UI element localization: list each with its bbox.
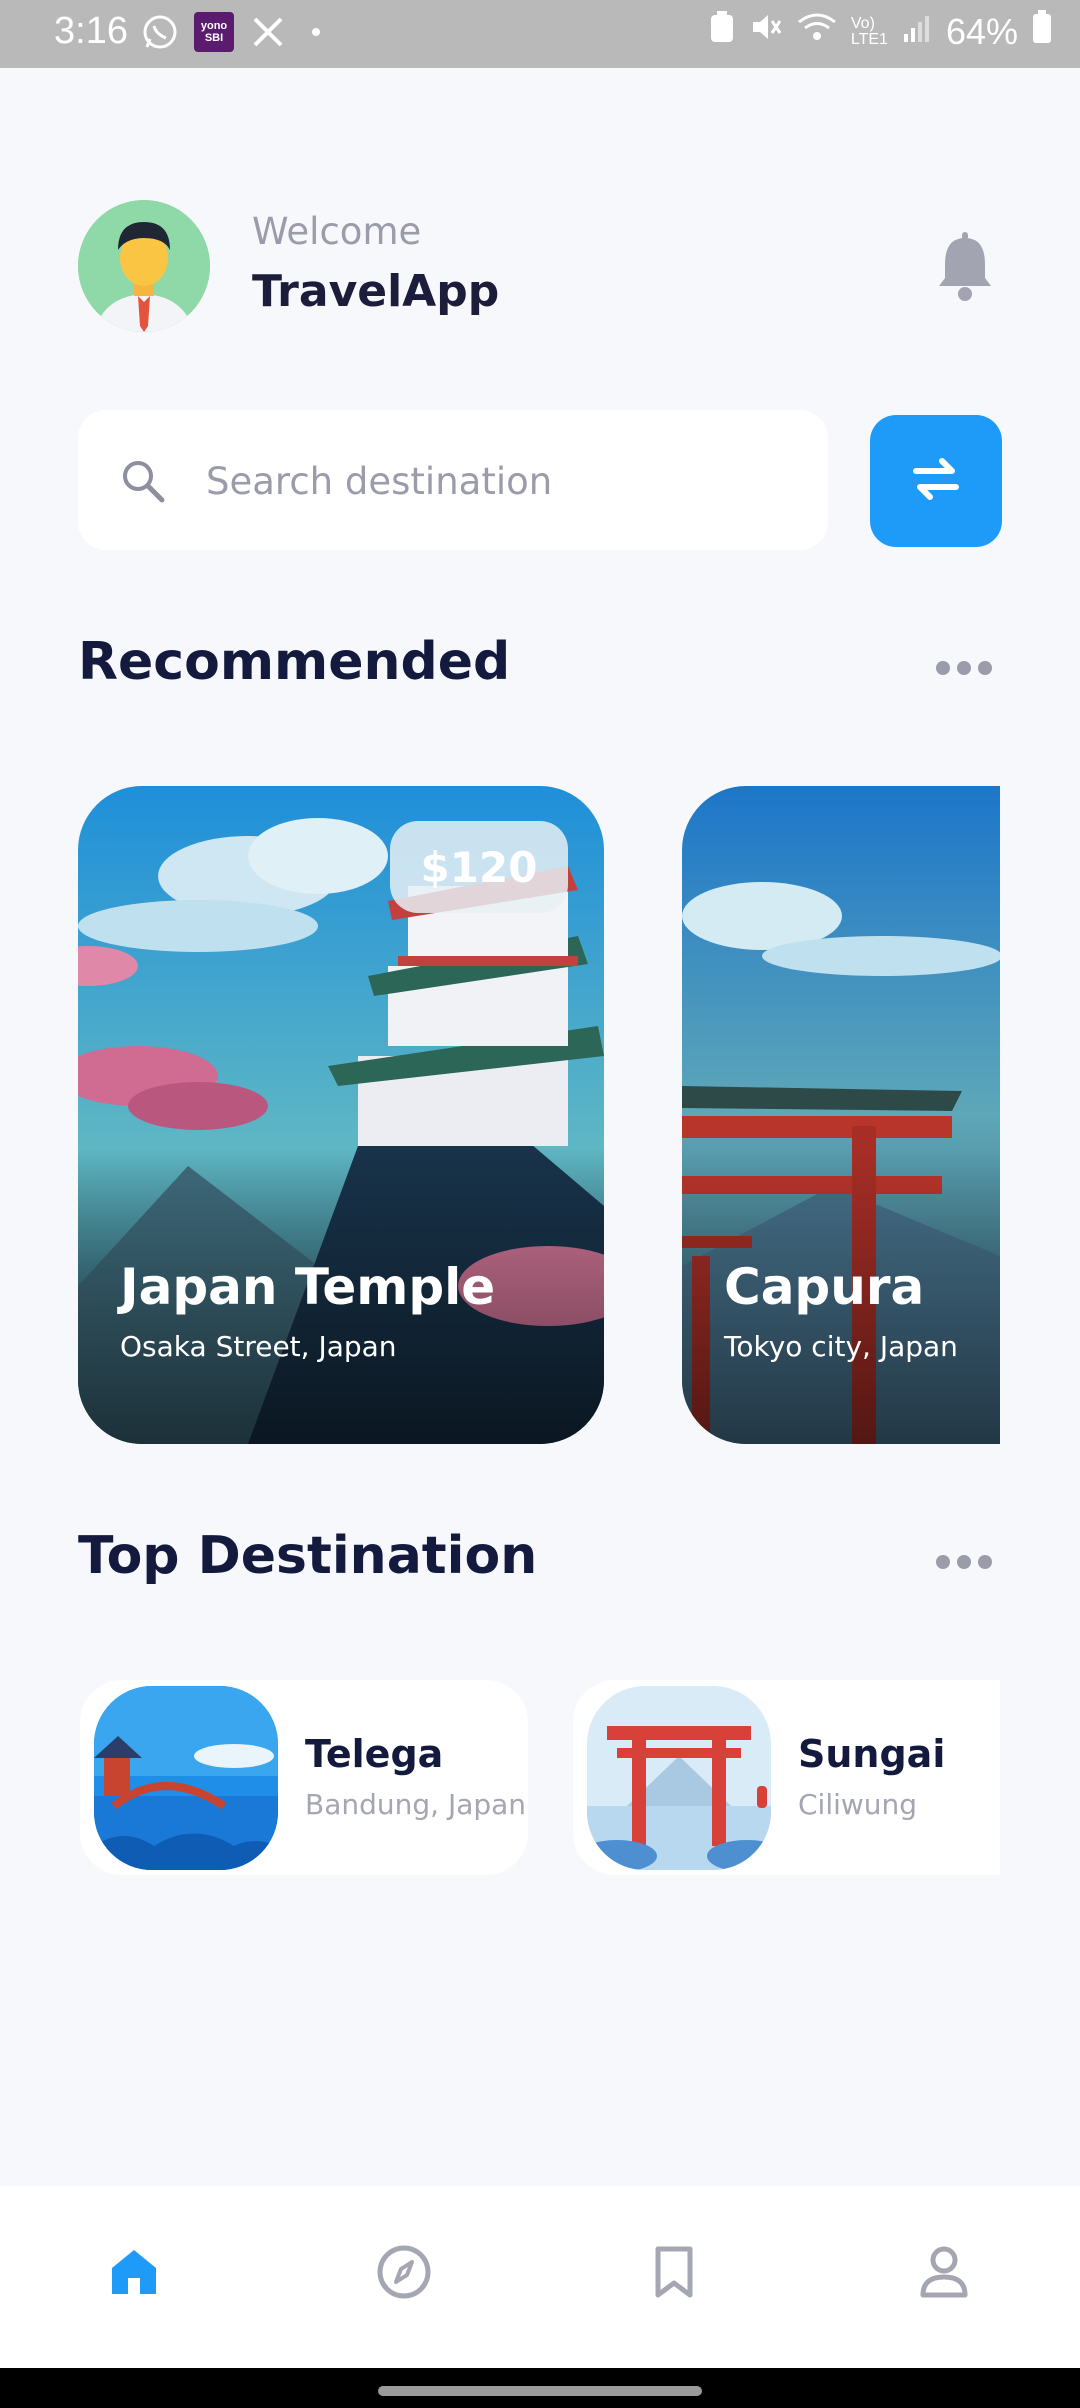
search-input[interactable] [204, 448, 788, 514]
destination-item-sungai[interactable]: Sungai Ciliwung [573, 1680, 1000, 1875]
search-icon [118, 456, 168, 506]
destination-name: Sungai [798, 1732, 946, 1776]
volte-icon: Vo) LTE1 [850, 14, 888, 48]
status-bar: 3:16 yono SBI Vo) LTE1 64% [0, 0, 1080, 68]
signal-icon [902, 11, 932, 53]
avatar[interactable] [78, 200, 210, 332]
card-title: Japan Temple [120, 1258, 496, 1316]
more-dot [957, 661, 971, 675]
telega-thumbnail [94, 1686, 278, 1870]
bell-icon[interactable] [935, 232, 995, 302]
swap-arrows-icon [908, 455, 964, 507]
profile-icon [919, 2245, 969, 2303]
nav-profile[interactable] [906, 2236, 982, 2312]
destination-location: Ciliwung [798, 1788, 918, 1821]
more-dot [936, 661, 950, 675]
destination-location: Bandung, Japan [305, 1788, 527, 1821]
top-destination-title: Top Destination [78, 1526, 538, 1586]
sungai-thumbnail [587, 1686, 771, 1870]
recommended-more-button[interactable] [936, 658, 992, 678]
recommended-card-japan-temple[interactable]: $120 Japan Temple Osaka Street, Japan [78, 786, 604, 1444]
card-subtitle: Tokyo city, Japan [724, 1330, 958, 1363]
more-dot [936, 1555, 950, 1569]
gesture-handle[interactable] [378, 2386, 702, 2396]
top-destination-more-button[interactable] [936, 1552, 992, 1572]
home-icon [108, 2246, 160, 2302]
search-bar[interactable] [78, 410, 828, 550]
destination-name: Telega [305, 1732, 444, 1776]
bookmark-icon [652, 2245, 696, 2303]
more-dot [978, 661, 992, 675]
yono-sbi-icon: yono SBI [194, 12, 234, 52]
card-subtitle: Osaka Street, Japan [120, 1330, 397, 1363]
dot-icon [312, 28, 320, 36]
battery-saver-icon [709, 10, 735, 53]
welcome-text: Welcome [252, 210, 422, 253]
recommended-card-capura[interactable]: Capura Tokyo city, Japan [682, 786, 1000, 1444]
destination-item-telega[interactable]: Telega Bandung, Japan [80, 1680, 528, 1875]
card-title: Capura [724, 1258, 925, 1316]
bottom-navigation [0, 2186, 1080, 2368]
status-time: 3:16 [54, 10, 128, 52]
compass-icon [376, 2244, 432, 2304]
wifi-icon [797, 10, 837, 53]
app-name: TravelApp [252, 266, 500, 317]
more-dot [957, 1555, 971, 1569]
nav-explore[interactable] [366, 2236, 442, 2312]
x-icon [248, 12, 288, 52]
nav-home[interactable] [96, 2236, 172, 2312]
price-badge: $120 [390, 821, 568, 913]
nav-saved[interactable] [636, 2236, 712, 2312]
mute-icon [749, 10, 783, 53]
battery-level: 64% [945, 10, 1018, 52]
whatsapp-icon [140, 12, 180, 52]
swap-button[interactable] [870, 415, 1002, 547]
recommended-title: Recommended [78, 632, 511, 692]
more-dot [978, 1555, 992, 1569]
battery-icon [1032, 10, 1052, 53]
